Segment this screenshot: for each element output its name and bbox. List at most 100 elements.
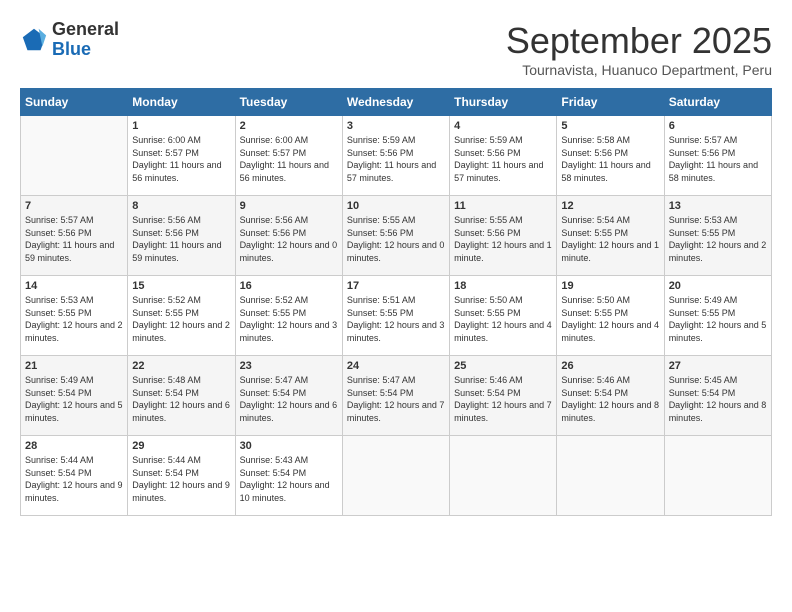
header-saturday: Saturday [664,89,771,116]
calendar-cell: 2 Sunrise: 6:00 AMSunset: 5:57 PMDayligh… [235,116,342,196]
day-info: Sunrise: 5:55 AMSunset: 5:56 PMDaylight:… [347,215,445,263]
day-info: Sunrise: 5:43 AMSunset: 5:54 PMDaylight:… [240,455,330,503]
day-info: Sunrise: 5:51 AMSunset: 5:55 PMDaylight:… [347,295,445,343]
day-info: Sunrise: 5:59 AMSunset: 5:56 PMDaylight:… [454,135,543,183]
day-number: 5 [561,120,659,132]
calendar-cell: 23 Sunrise: 5:47 AMSunset: 5:54 PMDaylig… [235,356,342,436]
calendar-cell: 7 Sunrise: 5:57 AMSunset: 5:56 PMDayligh… [21,196,128,276]
day-number: 21 [25,360,123,372]
header-tuesday: Tuesday [235,89,342,116]
calendar-cell: 14 Sunrise: 5:53 AMSunset: 5:55 PMDaylig… [21,276,128,356]
day-info: Sunrise: 5:53 AMSunset: 5:55 PMDaylight:… [669,215,767,263]
calendar-cell [342,436,449,516]
calendar-cell: 9 Sunrise: 5:56 AMSunset: 5:56 PMDayligh… [235,196,342,276]
calendar-cell: 25 Sunrise: 5:46 AMSunset: 5:54 PMDaylig… [450,356,557,436]
day-number: 30 [240,440,338,452]
logo-general: General [52,19,119,39]
day-info: Sunrise: 5:52 AMSunset: 5:55 PMDaylight:… [240,295,338,343]
calendar-cell: 28 Sunrise: 5:44 AMSunset: 5:54 PMDaylig… [21,436,128,516]
day-info: Sunrise: 5:46 AMSunset: 5:54 PMDaylight:… [561,375,659,423]
day-info: Sunrise: 5:57 AMSunset: 5:56 PMDaylight:… [669,135,758,183]
day-number: 1 [132,120,230,132]
header-monday: Monday [128,89,235,116]
calendar-cell: 30 Sunrise: 5:43 AMSunset: 5:54 PMDaylig… [235,436,342,516]
page-header: General Blue September 2025 Tournavista,… [20,20,772,78]
day-info: Sunrise: 5:54 AMSunset: 5:55 PMDaylight:… [561,215,659,263]
day-number: 25 [454,360,552,372]
header-thursday: Thursday [450,89,557,116]
day-info: Sunrise: 5:50 AMSunset: 5:55 PMDaylight:… [561,295,659,343]
calendar-cell: 24 Sunrise: 5:47 AMSunset: 5:54 PMDaylig… [342,356,449,436]
day-number: 2 [240,120,338,132]
day-number: 20 [669,280,767,292]
calendar-cell [450,436,557,516]
day-info: Sunrise: 5:56 AMSunset: 5:56 PMDaylight:… [240,215,338,263]
day-number: 3 [347,120,445,132]
day-number: 6 [669,120,767,132]
calendar-cell: 20 Sunrise: 5:49 AMSunset: 5:55 PMDaylig… [664,276,771,356]
title-area: September 2025 Tournavista, Huanuco Depa… [506,20,772,78]
day-info: Sunrise: 5:48 AMSunset: 5:54 PMDaylight:… [132,375,230,423]
day-number: 18 [454,280,552,292]
weekday-header-row: Sunday Monday Tuesday Wednesday Thursday… [21,89,772,116]
day-number: 28 [25,440,123,452]
day-number: 22 [132,360,230,372]
day-info: Sunrise: 5:44 AMSunset: 5:54 PMDaylight:… [132,455,230,503]
logo-blue: Blue [52,39,91,59]
day-number: 16 [240,280,338,292]
day-number: 19 [561,280,659,292]
day-number: 15 [132,280,230,292]
header-sunday: Sunday [21,89,128,116]
day-info: Sunrise: 5:49 AMSunset: 5:55 PMDaylight:… [669,295,767,343]
day-number: 12 [561,200,659,212]
location-subtitle: Tournavista, Huanuco Department, Peru [506,62,772,78]
calendar-cell: 21 Sunrise: 5:49 AMSunset: 5:54 PMDaylig… [21,356,128,436]
logo-text: General Blue [52,20,119,60]
calendar-cell: 16 Sunrise: 5:52 AMSunset: 5:55 PMDaylig… [235,276,342,356]
day-info: Sunrise: 5:53 AMSunset: 5:55 PMDaylight:… [25,295,123,343]
calendar-cell: 26 Sunrise: 5:46 AMSunset: 5:54 PMDaylig… [557,356,664,436]
day-number: 24 [347,360,445,372]
day-number: 14 [25,280,123,292]
calendar-cell: 17 Sunrise: 5:51 AMSunset: 5:55 PMDaylig… [342,276,449,356]
calendar-cell: 1 Sunrise: 6:00 AMSunset: 5:57 PMDayligh… [128,116,235,196]
calendar-week-row: 1 Sunrise: 6:00 AMSunset: 5:57 PMDayligh… [21,116,772,196]
day-number: 13 [669,200,767,212]
day-info: Sunrise: 5:55 AMSunset: 5:56 PMDaylight:… [454,215,552,263]
calendar-cell [664,436,771,516]
day-info: Sunrise: 5:57 AMSunset: 5:56 PMDaylight:… [25,215,114,263]
day-info: Sunrise: 6:00 AMSunset: 5:57 PMDaylight:… [132,135,221,183]
day-number: 7 [25,200,123,212]
day-info: Sunrise: 5:50 AMSunset: 5:55 PMDaylight:… [454,295,552,343]
day-info: Sunrise: 5:56 AMSunset: 5:56 PMDaylight:… [132,215,221,263]
calendar-cell: 13 Sunrise: 5:53 AMSunset: 5:55 PMDaylig… [664,196,771,276]
day-info: Sunrise: 5:46 AMSunset: 5:54 PMDaylight:… [454,375,552,423]
day-number: 23 [240,360,338,372]
day-info: Sunrise: 5:58 AMSunset: 5:56 PMDaylight:… [561,135,650,183]
day-number: 26 [561,360,659,372]
day-info: Sunrise: 5:45 AMSunset: 5:54 PMDaylight:… [669,375,767,423]
day-info: Sunrise: 5:44 AMSunset: 5:54 PMDaylight:… [25,455,123,503]
day-number: 9 [240,200,338,212]
logo: General Blue [20,20,119,60]
day-number: 27 [669,360,767,372]
calendar-week-row: 21 Sunrise: 5:49 AMSunset: 5:54 PMDaylig… [21,356,772,436]
calendar-cell: 22 Sunrise: 5:48 AMSunset: 5:54 PMDaylig… [128,356,235,436]
calendar-cell: 3 Sunrise: 5:59 AMSunset: 5:56 PMDayligh… [342,116,449,196]
day-number: 8 [132,200,230,212]
day-info: Sunrise: 5:47 AMSunset: 5:54 PMDaylight:… [347,375,445,423]
day-number: 17 [347,280,445,292]
calendar-cell: 29 Sunrise: 5:44 AMSunset: 5:54 PMDaylig… [128,436,235,516]
header-wednesday: Wednesday [342,89,449,116]
calendar-week-row: 7 Sunrise: 5:57 AMSunset: 5:56 PMDayligh… [21,196,772,276]
calendar-cell: 4 Sunrise: 5:59 AMSunset: 5:56 PMDayligh… [450,116,557,196]
month-title: September 2025 [506,20,772,62]
day-info: Sunrise: 5:59 AMSunset: 5:56 PMDaylight:… [347,135,436,183]
calendar-week-row: 28 Sunrise: 5:44 AMSunset: 5:54 PMDaylig… [21,436,772,516]
day-number: 29 [132,440,230,452]
logo-icon [20,26,48,54]
calendar-cell [557,436,664,516]
calendar-cell: 11 Sunrise: 5:55 AMSunset: 5:56 PMDaylig… [450,196,557,276]
day-number: 4 [454,120,552,132]
calendar-week-row: 14 Sunrise: 5:53 AMSunset: 5:55 PMDaylig… [21,276,772,356]
